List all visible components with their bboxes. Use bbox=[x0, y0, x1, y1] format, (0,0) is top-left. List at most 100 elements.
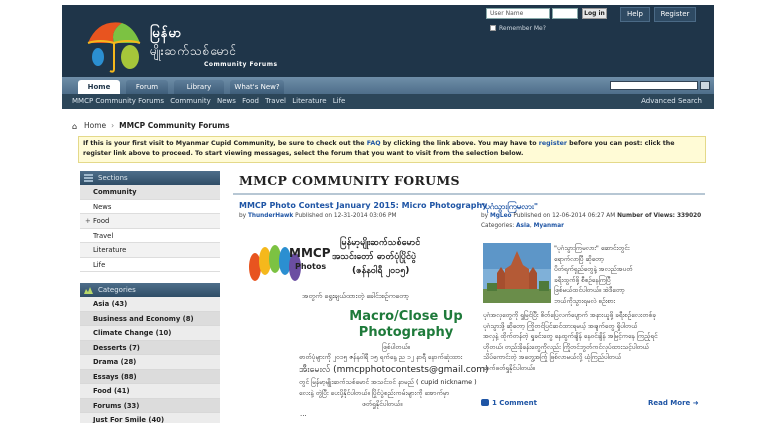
post2-read-more[interactable]: Read More ➜ bbox=[648, 399, 699, 407]
advanced-search-link[interactable]: Advanced Search bbox=[641, 97, 702, 105]
username-field[interactable]: User Name bbox=[486, 8, 550, 19]
post2-meta: by MgLeo Published on 12-06-2014 06:27 A… bbox=[481, 213, 701, 219]
post1-myanmar-line-1: မြန်မာ့မျိုးဆက်သစ်မောင် bbox=[340, 238, 421, 248]
password-field[interactable] bbox=[552, 8, 578, 19]
categories-icon bbox=[84, 287, 93, 294]
post2-side-line-6: ဘယ်ကိုသွားရမလဲ စဉ်းစား bbox=[554, 296, 615, 305]
post2-body-line-3: အလှနဲ့ ထိုက်တန်တဲ့ ရှုခင်းတွေ နေထွက်ချိန… bbox=[483, 332, 658, 340]
sidebar-item-news[interactable]: News bbox=[80, 199, 220, 214]
mmcp-logo-text: MMCP bbox=[289, 246, 331, 260]
category-asia[interactable]: Asia (43) bbox=[80, 297, 220, 312]
logo-title-line1: မြန်မာ bbox=[150, 26, 183, 41]
site-logo[interactable]: မြန်မာ မျိုးဆက်သစ်မောင် Community Forums bbox=[84, 17, 314, 75]
main-title-bar: MMCP COMMUNITY FORUMS bbox=[233, 167, 705, 195]
post1-myanmar-line-2: အသင်းတော် ဓာတ်ပုံပြိုင်ပွဲ bbox=[332, 252, 417, 262]
main-navbar: Home Forum Library What's New? bbox=[62, 77, 714, 94]
post2-title[interactable]: "ပုဂံသွားကြမလား" bbox=[481, 201, 538, 213]
register-link[interactable]: register bbox=[539, 140, 567, 147]
arrow-right-icon: ➜ bbox=[692, 399, 699, 407]
macro-heading-line1: Macro/Close Up bbox=[349, 309, 463, 324]
post1-body-line-6: ဖတ်ရှုနိုင်ပါတယ်။ bbox=[362, 400, 403, 408]
post2-category-myanmar[interactable]: Myanmar bbox=[534, 223, 564, 229]
notice-text-1: If this is your first visit to Myanmar C… bbox=[83, 140, 367, 147]
photos-logo-text: Photos bbox=[295, 262, 327, 271]
notice-text-2: by clicking the link above. You may have… bbox=[380, 140, 539, 147]
sub-nav-links: MMCP Community Forums Community News Foo… bbox=[72, 97, 349, 105]
category-desserts[interactable]: Desserts (7) bbox=[80, 340, 220, 355]
faq-link[interactable]: FAQ bbox=[367, 140, 381, 147]
post2-side-line-2: ရောက်လာပြီ ဆိုတော့ bbox=[554, 254, 604, 263]
subnav-mmcp-forums[interactable]: MMCP Community Forums bbox=[72, 97, 164, 105]
breadcrumb-separator-icon: › bbox=[111, 121, 115, 130]
post2-side-line-1: "ပုဂံသွားကြမလား" ဆောင်းတွင်း bbox=[554, 244, 630, 252]
post1-myanmar-line-3: (ဇန်နဝါရီ ၂၀၁၅) bbox=[352, 266, 410, 276]
post1-ellipsis: ... bbox=[300, 410, 307, 418]
post1-body-line-5: လေးနဲ့ တွဲပြီး ပေးပို့နိုင်ပါတယ်။ ပြိုင်… bbox=[299, 389, 450, 397]
register-button[interactable]: Register bbox=[654, 7, 696, 22]
sidebar-item-life[interactable]: Life bbox=[80, 257, 220, 272]
sidebar-item-community[interactable]: Community bbox=[80, 185, 220, 200]
home-icon[interactable]: ⌂ bbox=[72, 122, 80, 131]
help-button[interactable]: Help bbox=[620, 7, 650, 22]
post2-views: Number of Views: 339020 bbox=[617, 213, 702, 219]
post2-body-line-6: ဆက်ဖတ်ရှုနိုင်ပါတယ်။ bbox=[483, 363, 535, 372]
category-climate[interactable]: Climate Change (10) bbox=[80, 326, 220, 341]
post2-side-text: "ပုဂံသွားကြမလား" ဆောင်းတွင်း ရောက်လာပြီ … bbox=[554, 243, 632, 306]
breadcrumb-home[interactable]: Home bbox=[84, 121, 106, 130]
post1-myanmar-line-4: အတွက် ရွေးချယ်ထားတဲ့ ခေါင်းစဉ်ကတော့ bbox=[302, 292, 409, 300]
logo-title-line2: မျိုးဆက်သစ်မောင် bbox=[150, 44, 238, 58]
tab-home[interactable]: Home bbox=[78, 80, 120, 94]
sections-title: Sections bbox=[98, 174, 128, 182]
post1-body-line-1: ဖြစ်ပါတယ်။ bbox=[382, 343, 410, 351]
remember-me-checkbox[interactable] bbox=[490, 25, 496, 31]
post1-body-line-2: ဓာတ်ပုံများကို ၂၀၁၅ ဇန်နဝါရီ ၁၅ ရက်နေ့ ည… bbox=[299, 353, 463, 361]
category-just-for-smile[interactable]: Just For Smile (40) bbox=[80, 413, 220, 423]
subnav-life[interactable]: Life bbox=[333, 97, 346, 105]
subnav-travel[interactable]: Travel bbox=[265, 97, 286, 105]
subnav-literature[interactable]: Literature bbox=[292, 97, 326, 105]
page: မြန်မာ မျိုးဆက်သစ်မောင် Community Forums… bbox=[62, 5, 714, 423]
post1-meta: by ThunderHawk Published on 12-31-2014 0… bbox=[239, 213, 396, 219]
login-button[interactable]: Log in bbox=[582, 8, 607, 19]
tab-forum[interactable]: Forum bbox=[126, 80, 168, 94]
post1-title[interactable]: MMCP Photo Contest January 2015: Micro P… bbox=[239, 201, 487, 210]
category-food[interactable]: Food (41) bbox=[80, 384, 220, 399]
post2-comments-label: 1 Comment bbox=[492, 399, 537, 407]
tab-library[interactable]: Library bbox=[174, 80, 224, 94]
subnav-food[interactable]: Food bbox=[242, 97, 259, 105]
logo-subtitle: Community Forums bbox=[204, 61, 278, 68]
sub-navbar: MMCP Community Forums Community News Foo… bbox=[62, 94, 714, 109]
sections-icon bbox=[84, 174, 93, 182]
post1-body-line-3: အီးမေးလ် (mmcpphotocontests@gmail.com) bbox=[299, 365, 489, 375]
category-drama[interactable]: Drama (28) bbox=[80, 355, 220, 370]
categories-title: Categories bbox=[98, 286, 136, 294]
breadcrumb: ⌂ Home › MMCP Community Forums bbox=[72, 121, 230, 131]
category-essays[interactable]: Essays (88) bbox=[80, 369, 220, 384]
post2-body-line-5: သိပ်ကောင်းတဲ့ အတွေ့အကြုံ ဖြစ်လာမယ်လို့ ယ… bbox=[483, 353, 622, 361]
post2-body-line-1: ပုဂံအလှတွေကို ရှုမြင်ပြီး စိတ်ပြေလက်ပျော… bbox=[483, 311, 656, 319]
search-button[interactable] bbox=[700, 81, 710, 90]
remember-me[interactable]: Remember Me? bbox=[490, 25, 546, 32]
sidebar-item-travel[interactable]: Travel bbox=[80, 228, 220, 243]
category-business[interactable]: Business and Economy (8) bbox=[80, 311, 220, 326]
tab-whats-new[interactable]: What's New? bbox=[230, 80, 284, 94]
subnav-community[interactable]: Community bbox=[170, 97, 211, 105]
sidebar: Sections Community News Food Travel Lite… bbox=[80, 171, 220, 423]
post2-comments-link[interactable]: 1 Comment bbox=[481, 399, 537, 407]
macro-heading-line2: Photography bbox=[358, 325, 454, 340]
post2-author[interactable]: MgLeo bbox=[490, 213, 512, 219]
remember-me-label: Remember Me? bbox=[499, 25, 546, 32]
post2-body-line-2: ပုဂံသွားဖို့ ဆိုတော့ ကြိုတင်ပြင်ဆင်ထားရမ… bbox=[483, 321, 638, 330]
post2-category-asia[interactable]: Asia bbox=[516, 223, 530, 229]
post1-author[interactable]: ThunderHawk bbox=[248, 213, 293, 219]
sidebar-item-food[interactable]: Food bbox=[80, 214, 220, 229]
search-input[interactable] bbox=[610, 81, 698, 90]
subnav-news[interactable]: News bbox=[217, 97, 236, 105]
post2-side-line-4: ခရီးထွက်ဖို့ စီစဉ်နေကြပြီ bbox=[554, 275, 611, 284]
post1-by: by bbox=[239, 213, 247, 219]
sections-header: Sections bbox=[80, 171, 220, 185]
sidebar-item-literature[interactable]: Literature bbox=[80, 243, 220, 258]
category-forums[interactable]: Forums (33) bbox=[80, 398, 220, 413]
categories-header: Categories bbox=[80, 283, 220, 297]
post1-published: Published on 12-31-2014 03:06 PM bbox=[295, 213, 397, 219]
